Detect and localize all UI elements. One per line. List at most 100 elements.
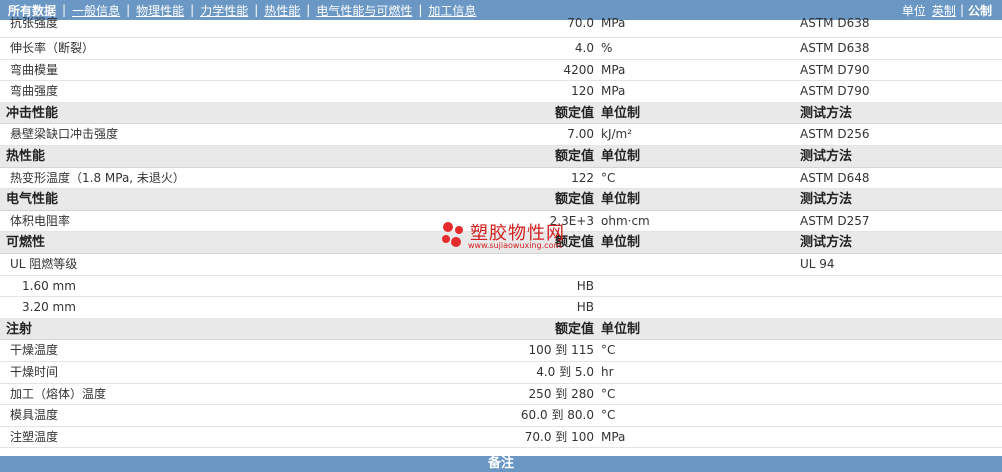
unit-label: 单位 xyxy=(901,3,926,18)
property-name: UL 阻燃等级 xyxy=(10,256,78,271)
property-name: 加工（熔体）温度 xyxy=(10,386,107,401)
property-name: 弯曲强度 xyxy=(10,84,59,99)
property-value: 250 到 280 xyxy=(528,386,594,401)
test-method: ASTM D256 xyxy=(800,127,870,142)
property-unit: °C xyxy=(601,343,616,358)
property-unit: MPa xyxy=(601,62,626,77)
table-row: 模具温度 60.0 到 80.0 °C xyxy=(0,405,1002,427)
test-method: ASTM D790 xyxy=(800,62,870,77)
property-name: 干燥时间 xyxy=(10,364,59,379)
property-unit: °C xyxy=(601,170,616,185)
test-method: ASTM D648 xyxy=(800,170,870,185)
table-row: 悬壁梁缺口冲击强度 7.00 kJ/m² ASTM D256 xyxy=(0,124,1002,146)
table-row: 伸长率（断裂） 4.0% ASTM D638 xyxy=(0,38,1002,60)
section-title: 注射 xyxy=(6,321,33,337)
property-unit: kJ/m² xyxy=(601,127,633,142)
property-value: 70.0 到 100 xyxy=(524,429,594,444)
section-title: 热性能 xyxy=(6,148,46,164)
property-value: 120 xyxy=(571,84,594,99)
metric-unit-link[interactable]: 公制 xyxy=(968,2,992,19)
table-row: 干燥温度 100 到 115 °C xyxy=(0,340,1002,362)
property-unit: MPa xyxy=(601,429,626,444)
section-header-row: 热性能 额定值 单位制 测试方法 xyxy=(0,145,1002,168)
property-name: 抗张强度 xyxy=(10,16,59,30)
property-value: 7.00 xyxy=(567,127,594,142)
property-unit: MPa xyxy=(601,16,626,30)
table-row: 热变形温度（1.8 MPa, 未退火） 122 °C ASTM D648 xyxy=(0,167,1002,190)
property-value: 70.0 xyxy=(567,16,594,30)
value-column-header: 额定值 xyxy=(554,148,594,164)
property-value: HB xyxy=(576,278,594,293)
unit-separator: | xyxy=(959,3,964,17)
imperial-unit-link[interactable]: 英制 xyxy=(932,2,956,19)
unit-column-header: 单位制 xyxy=(601,321,641,337)
property-unit: ohm·cm xyxy=(601,213,650,228)
unit-column-header: 单位制 xyxy=(601,105,641,121)
method-column-header: 测试方法 xyxy=(800,192,853,208)
nav-separator: | xyxy=(254,3,259,17)
nav-separator: | xyxy=(418,3,423,17)
method-column-header: 测试方法 xyxy=(800,105,853,121)
property-name: 干燥温度 xyxy=(10,343,59,358)
property-name: 悬壁梁缺口冲击强度 xyxy=(10,127,119,142)
table-row: 注塑温度 70.0 到 100 MPa xyxy=(0,426,1002,449)
notes-label: 备注 xyxy=(487,456,514,471)
property-value: 122 xyxy=(571,170,594,185)
nav-separator: | xyxy=(126,3,131,17)
property-name: 注塑温度 xyxy=(10,429,59,444)
property-value: 100 到 115 xyxy=(528,343,594,358)
section-header-row: 冲击性能 额定值 单位制 测试方法 xyxy=(0,102,1002,125)
test-method: ASTM D790 xyxy=(800,84,870,99)
nav-separator: | xyxy=(190,3,195,17)
section-title: 可燃性 xyxy=(6,235,46,251)
category-nav: 所有数据 | 一般信息 | 物理性能 | 力学性能 | 热性能 | 电气性能与可燃性 | 加工信息 xyxy=(0,0,476,20)
table-row: 弯曲强度 120 MPa ASTM D790 xyxy=(0,81,1002,103)
property-name: 3.20 mm xyxy=(22,300,76,315)
nav-separator: | xyxy=(306,3,311,17)
property-value: HB xyxy=(576,300,594,315)
property-value: 4.0 到 5.0 xyxy=(536,364,594,379)
nav-item-3[interactable]: 力学性能 xyxy=(200,2,248,19)
unit-switcher: 单位 英制 | 公制 xyxy=(902,0,992,20)
property-name: 模具温度 xyxy=(10,408,59,423)
unit-column-header: 单位制 xyxy=(601,192,641,208)
table-row: 抗张强度 70.0 MPa ASTM D638 xyxy=(0,16,1002,38)
table-row: 弯曲模量 4200 MPa ASTM D790 xyxy=(0,59,1002,82)
value-column-header: 额定值 xyxy=(554,105,594,121)
section-title: 冲击性能 xyxy=(6,105,59,121)
property-table: 抗张强度 70.0 MPa ASTM D638 伸长率（断裂） 4.0% ASTM D638… xyxy=(0,16,1002,449)
section-header-row: 注射 额定值 单位制 xyxy=(0,318,1002,341)
section-header-row: 电气性能 额定值 单位制 测试方法 xyxy=(0,189,1002,211)
property-unit: °C xyxy=(601,408,616,423)
test-method: UL 94 xyxy=(800,256,835,271)
table-row: 加工（熔体）温度 250 到 280 °C xyxy=(0,383,1002,406)
table-row: UL 阻燃等级 UL 94 xyxy=(0,253,1002,276)
nav-item-4[interactable]: 热性能 xyxy=(264,2,300,19)
property-name: 体积电阻率 xyxy=(10,213,71,228)
nav-item-2[interactable]: 物理性能 xyxy=(136,2,184,19)
property-value: 4200 xyxy=(563,62,594,77)
table-row: 体积电阻率 2.3E+3 ohm·cm ASTM D257 xyxy=(0,210,1002,233)
nav-item-6[interactable]: 加工信息 xyxy=(428,2,476,19)
unit-column-header: 单位制 xyxy=(601,235,641,251)
nav-item-5[interactable]: 电气性能与可燃性 xyxy=(316,2,412,19)
table-row: 3.20 mm HB xyxy=(0,297,1002,319)
method-column-header: 测试方法 xyxy=(800,235,853,251)
section-title: 电气性能 xyxy=(6,192,59,208)
property-unit: MPa xyxy=(601,84,626,99)
property-name: 热变形温度（1.8 MPa, 未退火） xyxy=(10,170,185,185)
unit-column-header: 单位制 xyxy=(601,148,641,164)
property-name: 1.60 mm xyxy=(22,278,76,293)
value-column-header: 额定值 xyxy=(554,321,594,337)
property-value: 4.0 xyxy=(574,41,594,55)
property-unit: hr xyxy=(601,364,614,379)
section-header-row: 可燃性 额定值 单位制 测试方法 xyxy=(0,232,1002,254)
nav-separator: | xyxy=(62,3,67,17)
table-row: 1.60 mm HB xyxy=(0,275,1002,298)
test-method: ASTM D257 xyxy=(800,213,870,228)
property-name: 弯曲模量 xyxy=(10,62,59,77)
table-row: 干燥时间 4.0 到 5.0 hr xyxy=(0,361,1002,384)
property-unit: % xyxy=(601,41,613,55)
nav-item-1[interactable]: 一般信息 xyxy=(72,2,120,19)
property-name: 伸长率（断裂） xyxy=(10,41,95,55)
